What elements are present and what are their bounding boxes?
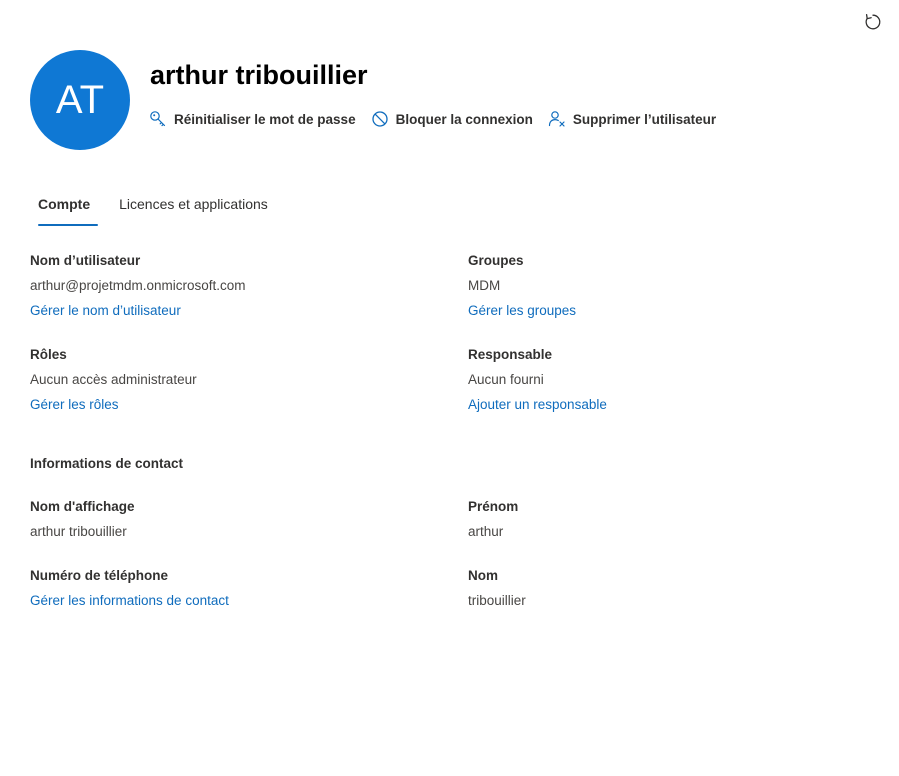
refresh-icon bbox=[865, 13, 881, 30]
block-signin-button[interactable]: Bloquer la connexion bbox=[371, 110, 533, 128]
groups-title: Groupes bbox=[468, 253, 524, 268]
manage-contact-info-link[interactable]: Gérer les informations de contact bbox=[30, 592, 229, 610]
display-name-value: arthur tribouillier bbox=[30, 524, 127, 539]
manage-groups-link[interactable]: Gérer les groupes bbox=[468, 302, 576, 320]
delete-user-icon bbox=[548, 110, 566, 128]
display-name-field: Nom d'affichage arthur tribouillier bbox=[30, 498, 134, 541]
last-name-title: Nom bbox=[468, 568, 498, 583]
block-signin-label: Bloquer la connexion bbox=[395, 111, 533, 127]
groups-field: Groupes MDM Gérer les groupes bbox=[468, 252, 576, 320]
delete-user-button[interactable]: Supprimer l’utilisateur bbox=[548, 110, 716, 128]
last-name-value: tribouillier bbox=[468, 593, 526, 608]
tab-bar: Compte Licences et applications bbox=[30, 190, 289, 228]
delete-user-label: Supprimer l’utilisateur bbox=[572, 111, 717, 127]
roles-title: Rôles bbox=[30, 347, 67, 362]
reset-password-button[interactable]: Réinitialiser le mot de passe bbox=[149, 110, 356, 128]
user-actions-bar: Réinitialiser le mot de passe Bloquer la… bbox=[149, 109, 731, 129]
username-value: arthur@projetmdm.onmicrosoft.com bbox=[30, 278, 246, 293]
add-manager-link[interactable]: Ajouter un responsable bbox=[468, 396, 607, 414]
phone-field: Numéro de téléphone Gérer les informatio… bbox=[30, 567, 229, 610]
block-icon bbox=[371, 110, 389, 128]
manage-roles-link[interactable]: Gérer les rôles bbox=[30, 396, 119, 414]
username-title: Nom d’utilisateur bbox=[30, 253, 141, 268]
manager-value: Aucun fourni bbox=[468, 372, 544, 387]
tab-account[interactable]: Compte bbox=[30, 190, 99, 226]
page-title: arthur tribouillier bbox=[150, 60, 368, 90]
avatar-initials: AT bbox=[55, 77, 105, 122]
reset-password-label: Réinitialiser le mot de passe bbox=[174, 111, 356, 127]
first-name-title: Prénom bbox=[468, 499, 519, 514]
manager-title: Responsable bbox=[468, 347, 553, 362]
refresh-button[interactable] bbox=[862, 11, 884, 33]
manage-username-link[interactable]: Gérer le nom d’utilisateur bbox=[30, 302, 181, 320]
manager-field: Responsable Aucun fourni Ajouter un resp… bbox=[468, 346, 607, 414]
phone-title: Numéro de téléphone bbox=[30, 568, 169, 583]
first-name-field: Prénom arthur bbox=[468, 498, 518, 541]
key-icon bbox=[149, 110, 167, 128]
display-name-title: Nom d'affichage bbox=[30, 499, 135, 514]
tab-licenses-apps[interactable]: Licences et applications bbox=[111, 190, 276, 226]
contact-info-heading: Informations de contact bbox=[30, 456, 184, 471]
username-field: Nom d’utilisateur arthur@projetmdm.onmic… bbox=[30, 252, 246, 320]
roles-value: Aucun accès administrateur bbox=[30, 372, 197, 387]
last-name-field: Nom tribouillier bbox=[468, 567, 526, 610]
avatar: AT bbox=[30, 50, 130, 150]
groups-value: MDM bbox=[468, 278, 501, 293]
first-name-value: arthur bbox=[468, 524, 504, 539]
roles-field: Rôles Aucun accès administrateur Gérer l… bbox=[30, 346, 197, 414]
